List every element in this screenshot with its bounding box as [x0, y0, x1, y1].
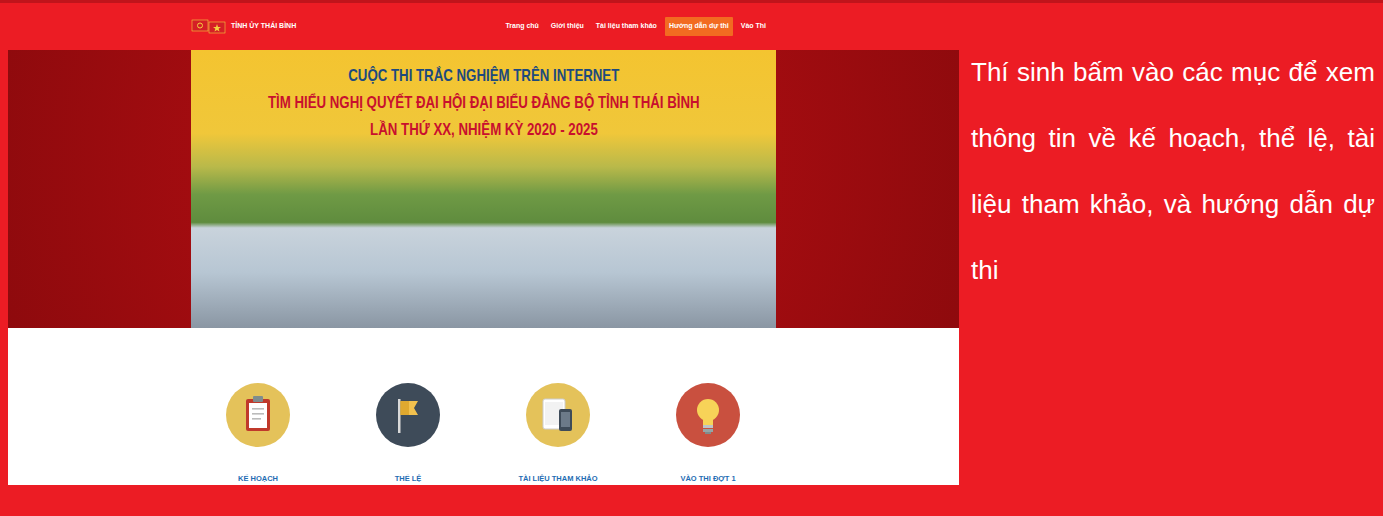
- main-nav: Trang chủ Giới thiệuTài liệu tham khảoHướ…: [501, 17, 770, 36]
- flag-icon[interactable]: [376, 383, 440, 447]
- lightbulb-icon[interactable]: [676, 383, 740, 447]
- feature-label[interactable]: VÀO THI ĐỢT 1: [680, 474, 735, 484]
- feature-item[interactable]: VÀO THI ĐỢT 1: [633, 383, 783, 485]
- website-screenshot: TỈNH ỦY THÁI BÌNH Trang chủ Giới thiệuTài …: [8, 3, 959, 516]
- banner-title-line: LẦN THỨ XX, NHIỆM KỲ 2020 - 2025: [191, 116, 776, 143]
- nav-item[interactable]: Giới thiệu: [547, 17, 588, 36]
- banner-title-text: LẦN THỨ XX, NHIỆM KỲ 2020 - 2025: [370, 117, 598, 143]
- nav-item[interactable]: Vào Thi: [737, 17, 770, 36]
- banner-title-text: TÌM HIỂU NGHỊ QUYẾT ĐẠI HỘI ĐẠI BIỂU ĐẢN…: [268, 90, 700, 116]
- nav-item[interactable]: Trang chủ: [501, 17, 542, 36]
- feature-item[interactable]: KẾ HOẠCH: [183, 383, 333, 485]
- feature-item[interactable]: TÀI LIỆU THAM KHẢO: [483, 383, 633, 485]
- flags-icon: [191, 18, 227, 36]
- feature-item[interactable]: THỂ LỆ: [333, 383, 483, 485]
- tablet-phone-icon[interactable]: [526, 383, 590, 447]
- site-logo[interactable]: TỈNH ỦY THÁI BÌNH: [191, 18, 296, 36]
- banner-image: CUỘC THI TRẮC NGHIỆM TRÊN INTERNETTÌM HI…: [191, 50, 776, 328]
- feature-label[interactable]: THỂ LỆ: [395, 474, 422, 484]
- caption: Thí sinh bấm vào các mục để xem thông ti…: [971, 3, 1375, 516]
- banner: CUỘC THI TRẮC NGHIỆM TRÊN INTERNETTÌM HI…: [8, 50, 959, 328]
- nav-item[interactable]: Tài liệu tham khảo: [592, 17, 661, 36]
- feature-label[interactable]: TÀI LIỆU THAM KHẢO: [518, 474, 597, 484]
- plan-icon[interactable]: [226, 383, 290, 447]
- site-header: TỈNH ỦY THÁI BÌNH Trang chủ Giới thiệuTài …: [8, 3, 959, 50]
- logo-text: TỈNH ỦY THÁI BÌNH: [231, 21, 296, 32]
- banner-title-line: TÌM HIỂU NGHỊ QUYẾT ĐẠI HỘI ĐẠI BIỂU ĐẢN…: [191, 89, 776, 116]
- feature-row: KẾ HOẠCH THỂ LỆ TÀI LIỆU THAM KHẢO VÀO THI …: [8, 328, 959, 485]
- banner-title-text: CUỘC THI TRẮC NGHIỆM TRÊN INTERNET: [348, 63, 619, 89]
- feature-label[interactable]: KẾ HOẠCH: [238, 474, 278, 484]
- nav-item[interactable]: Hướng dẫn dự thi: [665, 17, 733, 36]
- banner-title-line: CUỘC THI TRẮC NGHIỆM TRÊN INTERNET: [191, 62, 776, 89]
